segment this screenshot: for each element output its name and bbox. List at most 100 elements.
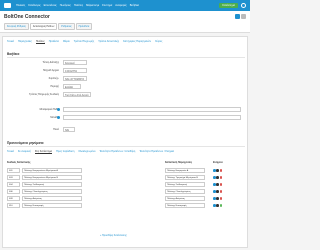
nav-item[interactable]: Επεκτάσεις	[44, 4, 57, 7]
subtab-shipping[interactable]: Τρόποι Αποστολής	[98, 40, 119, 44]
header-actions	[235, 14, 246, 19]
order-status-select[interactable]: Πελάτης Τρεμούχα Μηνύματα Β	[165, 175, 205, 180]
row-actions	[213, 183, 223, 186]
nav-item[interactable]: Σύστημα	[102, 4, 112, 7]
status-name-input[interactable]: Πελάτης Ακύρωση	[22, 196, 82, 201]
nav-item[interactable]: Κατάλογος	[28, 4, 40, 7]
move-up-icon[interactable]	[213, 183, 216, 186]
subtab-orders[interactable]: Παραγγελίες	[18, 40, 32, 44]
subtab-general[interactable]: Γενικά	[7, 40, 14, 44]
move-up-icon[interactable]	[213, 197, 216, 200]
help-icon	[57, 108, 60, 111]
form-row: Μεταφορικά Πεδίο	[7, 107, 245, 112]
delete-icon[interactable]	[219, 169, 223, 172]
table-row: 003 Πελάτης Εκκρεμούντα Μηνύματα Β Πελάτ…	[7, 175, 245, 180]
status-tab[interactable]: Γενικά	[7, 150, 14, 154]
status-id-input[interactable]: 006	[7, 189, 20, 194]
row-actions	[213, 197, 223, 200]
subtab-taxes[interactable]: Φόροι	[63, 40, 70, 44]
status-tabs: Γενικά Σε αναμονή Στις Κατάστημα Προς πα…	[7, 150, 174, 154]
region-select[interactable]: Ελλάδα	[63, 84, 81, 89]
move-up-icon[interactable]	[213, 169, 216, 172]
tab-settings[interactable]: Ρυθμίσεις	[58, 23, 75, 30]
logo[interactable]	[4, 3, 11, 8]
order-status-select[interactable]: Πελάτης Εκκρεμούν Α	[165, 168, 205, 173]
move-down-icon[interactable]	[216, 183, 219, 186]
order-status-select[interactable]: Πελάτης Ολοκληρωμένη	[165, 189, 205, 194]
shipping-field-input[interactable]	[63, 107, 241, 112]
status-tab[interactable]: Προς παράδοση	[56, 150, 74, 154]
field-label: Ποσό	[53, 128, 59, 131]
status-tab[interactable]: Ταυτότητα Προϊόντων / Στοιχεία	[139, 150, 174, 154]
order-status-select[interactable]: Πελάτης Σε Αναμονή	[165, 182, 205, 187]
sub-tabs: Γενικά Παραγγελίες Πελάτες Προϊόντα Φόρο…	[7, 40, 162, 44]
delete-icon[interactable]	[219, 197, 223, 200]
status-name-input[interactable]: Πελάτης Επιστροφή	[22, 203, 82, 208]
status-tab[interactable]: Ταυτότητα Προϊόντων / Αποθήκη	[99, 150, 135, 154]
status-name-input[interactable]: Πελάτης Εκκρεμούντα Μηνύματα Β	[22, 175, 82, 180]
nav-item[interactable]: Πελάτες	[74, 4, 83, 7]
page-header: BoltOne Connector Κεντρική Ρύθμιση Αντισ…	[0, 11, 250, 33]
status-tab[interactable]: Ολοκληρωμένο	[78, 150, 95, 154]
add-icon[interactable]	[219, 204, 223, 207]
nav-item[interactable]: Βοήθεια	[130, 4, 139, 7]
table-header: Κωδικός Κατάστασης Κατάσταση Παραγγελίας…	[7, 162, 245, 166]
status-id-input[interactable]: 009	[7, 196, 20, 201]
fill-select[interactable]: ΝΑΙ (ΑΥΤΟΜΑΤΟ)	[63, 76, 87, 81]
status-name-input[interactable]: Πελάτης Εκκρεμούντα Μηνύματα Α	[22, 168, 82, 173]
move-down-icon[interactable]	[216, 169, 219, 172]
cancel-button[interactable]	[241, 14, 246, 19]
status-id-input[interactable]: 004	[7, 182, 20, 187]
status-id-input[interactable]: 001	[7, 168, 20, 173]
move-down-icon[interactable]	[216, 176, 219, 179]
move-up-icon[interactable]	[213, 204, 216, 207]
order-status-select[interactable]: Πελάτης Επιστροφή	[165, 203, 205, 208]
store-button[interactable]: Κατάστημα	[219, 3, 238, 8]
top-navbar: Πίνακας Κατάλογος Επεκτάσεις Πωλήσεις Πε…	[0, 0, 250, 11]
status-name-input[interactable]: Πελάτης Ολοκληρωμένη	[22, 189, 82, 194]
move-down-icon[interactable]	[216, 204, 219, 207]
status-id-input[interactable]: 010	[7, 203, 20, 208]
form-row: Τύπος Διάταξης Κανονική	[7, 60, 245, 65]
status-name-input[interactable]: Πελάτης Σε Αναμονή	[22, 182, 82, 187]
nav-item[interactable]: Αναφορές	[115, 4, 127, 7]
form-row: Ποσό ΝΑΙ	[7, 127, 245, 132]
table-row: 009 Πελάτης Ακύρωση Πελάτης Ακύρωση	[7, 196, 245, 201]
amount-select[interactable]: ΝΑΙ	[63, 127, 75, 132]
delete-icon[interactable]	[219, 190, 223, 193]
amount-input[interactable]: 0.00 ΕΥΡΩ	[63, 68, 87, 73]
tab-addons[interactable]: Πρόσθετα	[75, 23, 93, 30]
tab-central[interactable]: Κεντρική Ρύθμιση	[4, 23, 29, 30]
move-down-icon[interactable]	[216, 190, 219, 193]
payment-code-select[interactable]: Τιμή Κάτω Από Αγορά	[63, 92, 91, 97]
delete-icon[interactable]	[219, 176, 223, 179]
unit-input[interactable]	[63, 115, 241, 120]
save-button[interactable]	[235, 14, 240, 19]
form-row: Παιχνίδι Αρχείο 0.00 ΕΥΡΩ	[7, 68, 245, 73]
status-id-input[interactable]: 003	[7, 175, 20, 180]
nav-item[interactable]: Πίνακας	[16, 4, 25, 7]
move-up-icon[interactable]	[213, 176, 216, 179]
table-row: 010 Πελάτης Επιστροφή Πελάτης Επιστροφή	[7, 203, 245, 208]
row-actions	[213, 176, 223, 179]
page-title: BoltOne Connector	[4, 14, 50, 20]
nav-item[interactable]: Πωλήσεις	[60, 4, 71, 7]
field-label: Περιοχή	[50, 85, 59, 88]
field-label: Συμπλήρ.	[48, 77, 59, 80]
move-up-icon[interactable]	[213, 190, 216, 193]
tab-field-mapping[interactable]: Αντιστοίχιση Πεδίων	[29, 23, 58, 30]
subtab-customers[interactable]: Πελάτες	[35, 40, 45, 44]
subtab-order-categories[interactable]: Κατηγορίες Παραγγελιών	[123, 40, 151, 44]
status-tab[interactable]: Στις Κατάστημα	[34, 150, 53, 154]
delete-icon[interactable]	[219, 183, 223, 186]
status-tab[interactable]: Σε αναμονή	[18, 150, 31, 154]
order-status-select[interactable]: Πελάτης Ακύρωση	[165, 196, 205, 201]
user-icon[interactable]	[241, 3, 246, 8]
layout-type-select[interactable]: Κανονική	[63, 60, 87, 65]
add-status-link[interactable]: + Προσθήκη Κατάστασης	[100, 234, 127, 237]
subtab-countries[interactable]: Χώρες	[155, 40, 162, 44]
subtab-payment[interactable]: Τρόποι Πληρωμής	[74, 40, 95, 44]
nav-item[interactable]: Μάρκετινγκ	[86, 4, 99, 7]
move-down-icon[interactable]	[216, 197, 219, 200]
subtab-products[interactable]: Προϊόντα	[49, 40, 59, 44]
